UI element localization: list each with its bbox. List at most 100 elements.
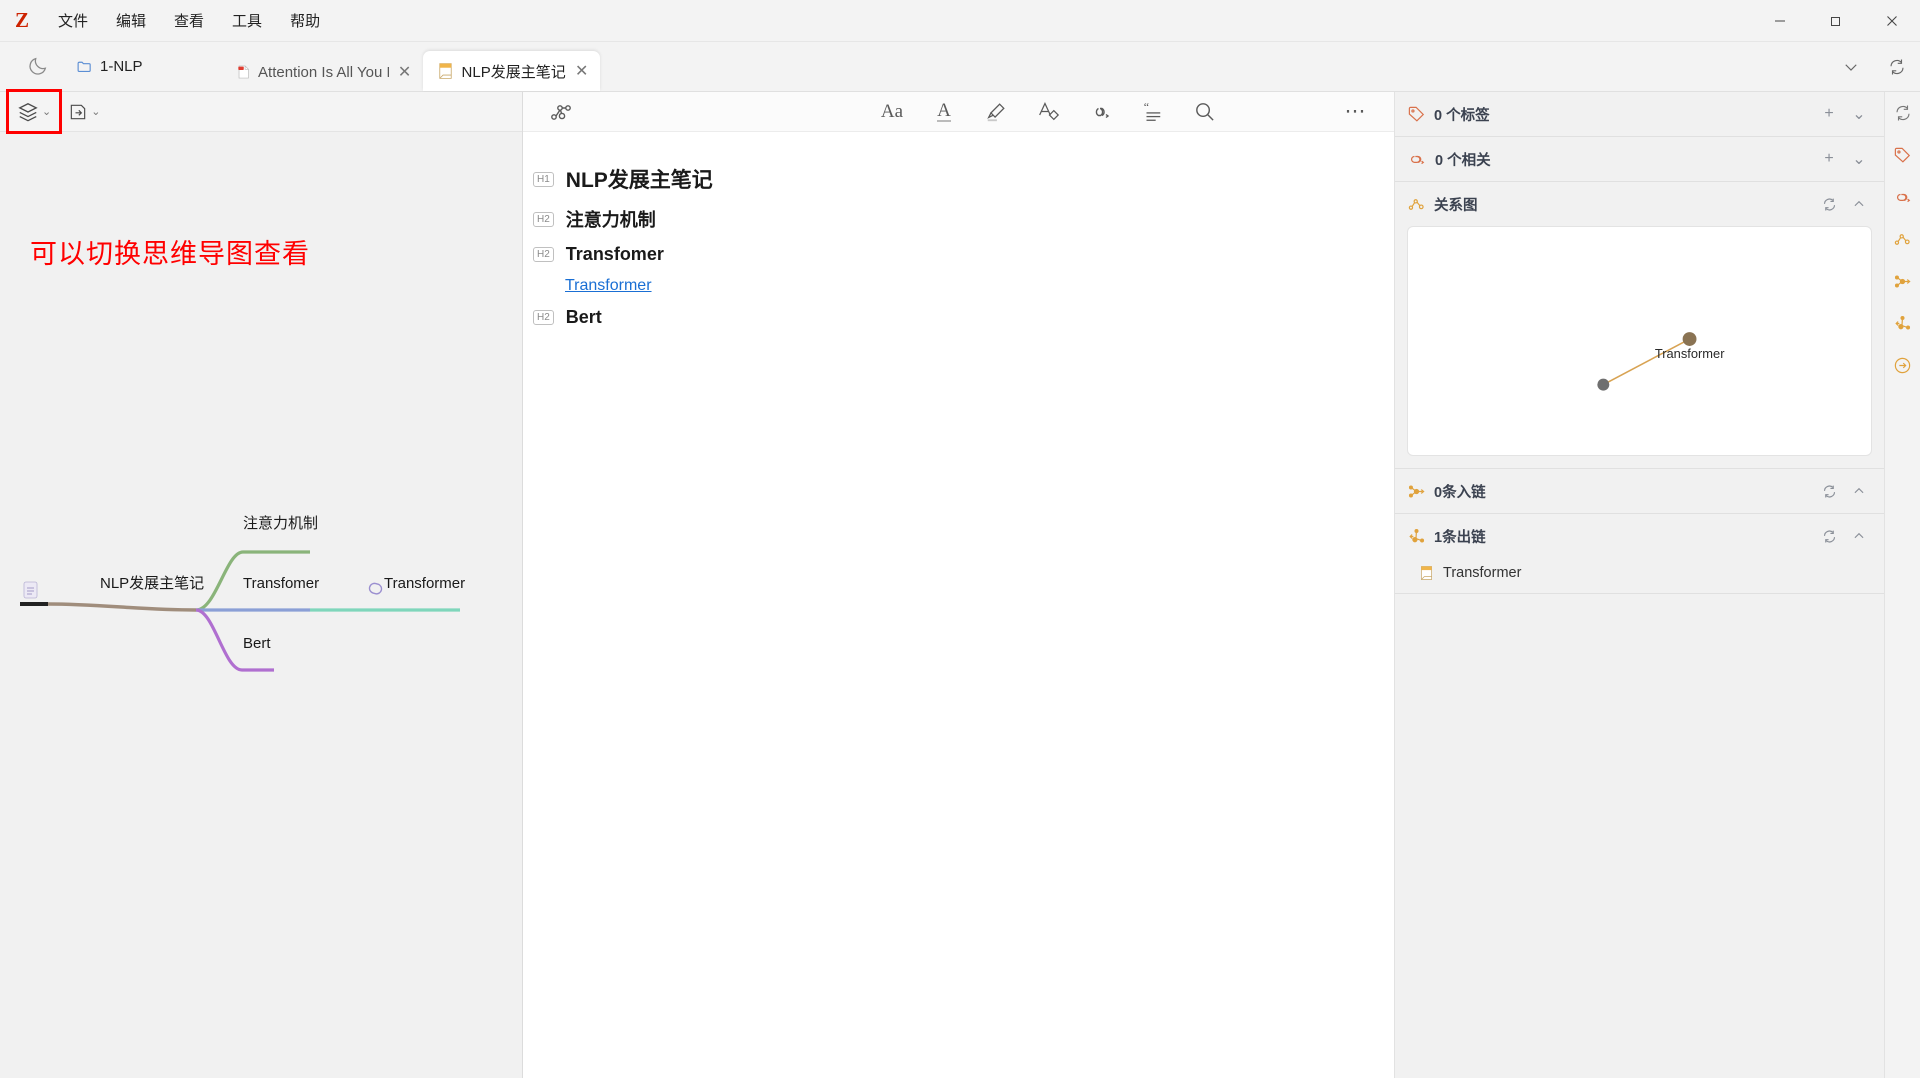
tab-label: Attention Is All You Need [258,63,389,81]
layers-icon [18,102,38,121]
graph-icon[interactable] [1888,224,1918,254]
add-related-button[interactable]: + [1818,148,1840,170]
maximize-button[interactable] [1808,0,1864,42]
highlighter-icon[interactable] [976,95,1016,129]
mindmap-canvas[interactable]: NLP发展主笔记 注意力机制 Transfomer Bert Transform… [0,132,523,1078]
folder-icon [77,61,91,72]
mindmap-node-leaf-transformer[interactable]: Transformer [384,575,465,592]
mindmap-node-icon[interactable] [541,95,581,129]
menu-item-edit[interactable]: 编辑 [102,5,160,36]
heading-tag: H2 [533,211,554,227]
tab-attention-paper[interactable]: Attention Is All You Need ✕ [223,53,423,91]
section-graph-header[interactable]: 关系图 [1395,182,1884,226]
doc-internal-link[interactable]: Transformer [565,277,652,295]
mindmap-node-root[interactable]: NLP发展主笔记 [100,575,204,592]
link-icon[interactable] [1080,95,1120,129]
close-button[interactable] [1864,0,1920,42]
heading-text: Transfomer [565,244,664,264]
collapse-icon[interactable] [1888,350,1918,380]
related-links-icon [1411,155,1425,165]
title-bar: Z 文件 编辑 查看 工具 帮助 [0,0,1920,42]
collapse-backlinks-button[interactable] [1848,480,1870,502]
graph-icon [1408,198,1424,210]
right-icon-rail [1884,92,1920,1078]
mindmap-node-bert[interactable]: Bert [243,635,271,652]
minimize-button[interactable] [1752,0,1808,42]
mindmap-node-attention[interactable]: 注意力机制 [243,514,318,532]
tabs-area: Attention Is All You Need ✕ NLP发展主笔记 ✕ [223,41,600,91]
section-graph: 关系图 Transformer [1395,182,1884,469]
section-tags: 0 个标签 + ⌄ [1395,92,1884,137]
add-tag-button[interactable]: + [1818,103,1840,125]
layers-chevron-icon[interactable]: ⌄ [42,105,51,118]
backlink-icon[interactable] [1888,266,1918,296]
section-outlinks-header[interactable]: 1条出链 [1395,514,1884,558]
heading-text: 注意力机制 [565,210,656,230]
doc-link-line[interactable]: Transformer [523,271,1394,301]
pdf-file-icon [237,65,249,79]
search-icon[interactable] [1184,95,1224,129]
mindmap-node-transfomer[interactable]: Transfomer [243,575,319,592]
heading-text: Bert [565,307,602,327]
collapse-graph-button[interactable] [1848,193,1870,215]
tab-bar: 1-NLP Attention Is All You Need ✕ NLP发展主… [0,42,1920,92]
editor-toolbar: Aa A “ ⋯ [523,92,1394,132]
tab-bar-left: 1-NLP [8,41,143,91]
layout-switch-button[interactable]: ⌄ [5,89,63,134]
tag-icon[interactable] [1888,140,1918,170]
collapse-outlinks-button[interactable] [1848,525,1870,547]
section-related: 0 个相关 + ⌄ [1395,137,1884,182]
heading-tag: H2 [533,247,554,262]
tab-nlp-note[interactable]: NLP发展主笔记 ✕ [422,51,600,91]
related-links-icon[interactable] [1888,182,1918,212]
menu-item-file[interactable]: 文件 [44,5,102,36]
font-size-icon[interactable]: Aa [872,95,912,129]
text-color-icon[interactable]: A [924,95,964,129]
tag-icon [1408,106,1425,122]
document-outline[interactable]: H1 NLP发展主笔记 H2 注意力机制 H2 Transfomer Trans… [523,132,1394,334]
menu-item-help[interactable]: 帮助 [276,5,334,36]
section-title: 关系图 [1434,197,1478,214]
app-logo: Z [14,8,29,32]
refresh-backlinks-button[interactable] [1818,480,1840,502]
outlink-item-label: Transformer [1443,565,1522,581]
blockquote-icon[interactable]: “ [1132,95,1172,129]
export-button[interactable]: ⌄ [62,96,106,128]
outlink-icon [1409,528,1425,542]
save-export-icon [70,104,86,119]
doc-heading-4[interactable]: H2 Bert [523,301,1394,334]
section-tags-header[interactable]: 0 个标签 + ⌄ [1395,92,1884,136]
window-controls [1752,0,1920,42]
doc-heading-1[interactable]: H1 NLP发展主笔记 [523,158,1394,200]
outlink-list-item[interactable]: Transformer [1395,558,1884,593]
more-options-icon[interactable]: ⋯ [1336,95,1376,129]
breadcrumb[interactable]: 1-NLP [76,58,143,75]
refresh-graph-button[interactable] [1818,193,1840,215]
clear-format-icon[interactable] [1028,95,1068,129]
editor-format-group: Aa A “ ⋯ [872,95,1376,129]
tab-close-icon[interactable]: ✕ [574,61,590,81]
collapse-related-button[interactable]: ⌄ [1848,148,1870,170]
menu-item-tools[interactable]: 工具 [218,5,276,36]
relationship-graph[interactable]: Transformer [1407,226,1872,456]
export-chevron-icon[interactable]: ⌄ [91,105,100,118]
chevron-down-icon[interactable] [1828,42,1874,92]
heading-tag: H2 [533,310,554,325]
section-backlinks-header[interactable]: 0条入链 [1395,469,1884,513]
tab-close-icon[interactable]: ✕ [397,62,413,82]
mindmap-pane: ⌄ ⌄ 可以切换思维导图查看 NLP发展主笔记 注意力机制 Transfomer… [0,89,523,1078]
sync-icon[interactable] [1888,98,1918,128]
mindmap-trunk [47,602,197,612]
menu-item-view[interactable]: 查看 [160,5,218,36]
refresh-outlinks-button[interactable] [1818,525,1840,547]
graph-canvas[interactable]: Transformer [1408,227,1871,455]
section-related-header[interactable]: 0 个相关 + ⌄ [1395,137,1884,181]
sync-icon[interactable] [1874,42,1920,92]
doc-heading-2[interactable]: H2 注意力机制 [523,200,1394,238]
doc-heading-3[interactable]: H2 Transfomer [523,238,1394,271]
collapse-tags-button[interactable]: ⌄ [1848,103,1870,125]
moon-icon[interactable] [18,46,58,86]
mindmap-root-icon [23,581,38,599]
heading-tag: H1 [533,171,554,187]
outlink-icon[interactable] [1888,308,1918,338]
